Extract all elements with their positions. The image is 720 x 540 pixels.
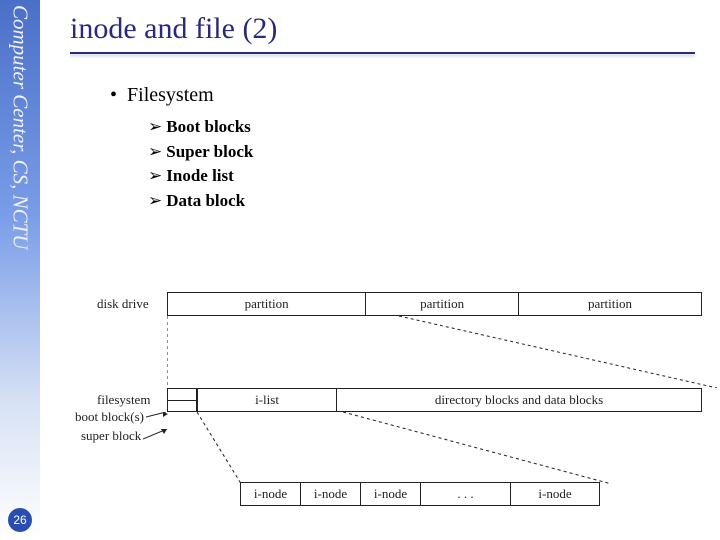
inode-dots: . . . xyxy=(421,483,511,505)
partition-2: partition xyxy=(366,293,519,315)
sidebar: Computer Center, CS, NCTU xyxy=(0,0,40,540)
bullet-main: • Filesystem xyxy=(110,84,695,107)
slide-title: inode and file (2) xyxy=(70,12,695,46)
disk-drive-row: disk drive partition partition partition xyxy=(95,292,702,316)
disk-drive-label: disk drive xyxy=(95,292,167,316)
filesystem-boxes: i-list directory blocks and data blocks xyxy=(197,388,702,412)
sub-item-3: ➢Data block xyxy=(148,189,695,214)
inode-row: i-node i-node i-node . . . i-node xyxy=(240,482,600,506)
partition-boxes: partition partition partition xyxy=(167,292,702,316)
sub-item-2: ➢Inode list xyxy=(148,164,695,189)
inode-last: i-node xyxy=(511,483,599,505)
inode-1: i-node xyxy=(241,483,301,505)
dblocks-box: directory blocks and data blocks xyxy=(337,389,701,411)
connector-lines-1 xyxy=(167,316,717,388)
title-underline xyxy=(70,52,695,54)
sub-item-0: ➢Boot blocks xyxy=(148,115,695,140)
inode-2: i-node xyxy=(301,483,361,505)
slide-content: inode and file (2) • Filesystem ➢Boot bl… xyxy=(40,0,720,540)
inode-boxes: i-node i-node i-node . . . i-node xyxy=(240,482,600,506)
diagram: disk drive partition partition partition… xyxy=(95,292,702,506)
boot-block-label: boot block(s) xyxy=(75,409,170,425)
super-block-label: super block xyxy=(81,428,171,444)
page-number: 26 xyxy=(8,508,32,532)
partition-3: partition xyxy=(519,293,701,315)
ilist-box: i-list xyxy=(198,389,337,411)
boot-super-stack xyxy=(167,388,197,412)
partition-1: partition xyxy=(168,293,366,315)
filesystem-row: filesystem i-list directory blocks and d… xyxy=(95,388,702,412)
inode-3: i-node xyxy=(361,483,421,505)
bullet-list: • Filesystem ➢Boot blocks ➢Super block ➢… xyxy=(110,84,695,214)
sub-item-1: ➢Super block xyxy=(148,140,695,165)
connector-lines-2 xyxy=(197,412,720,484)
sidebar-label: Computer Center, CS, NCTU xyxy=(8,5,33,249)
